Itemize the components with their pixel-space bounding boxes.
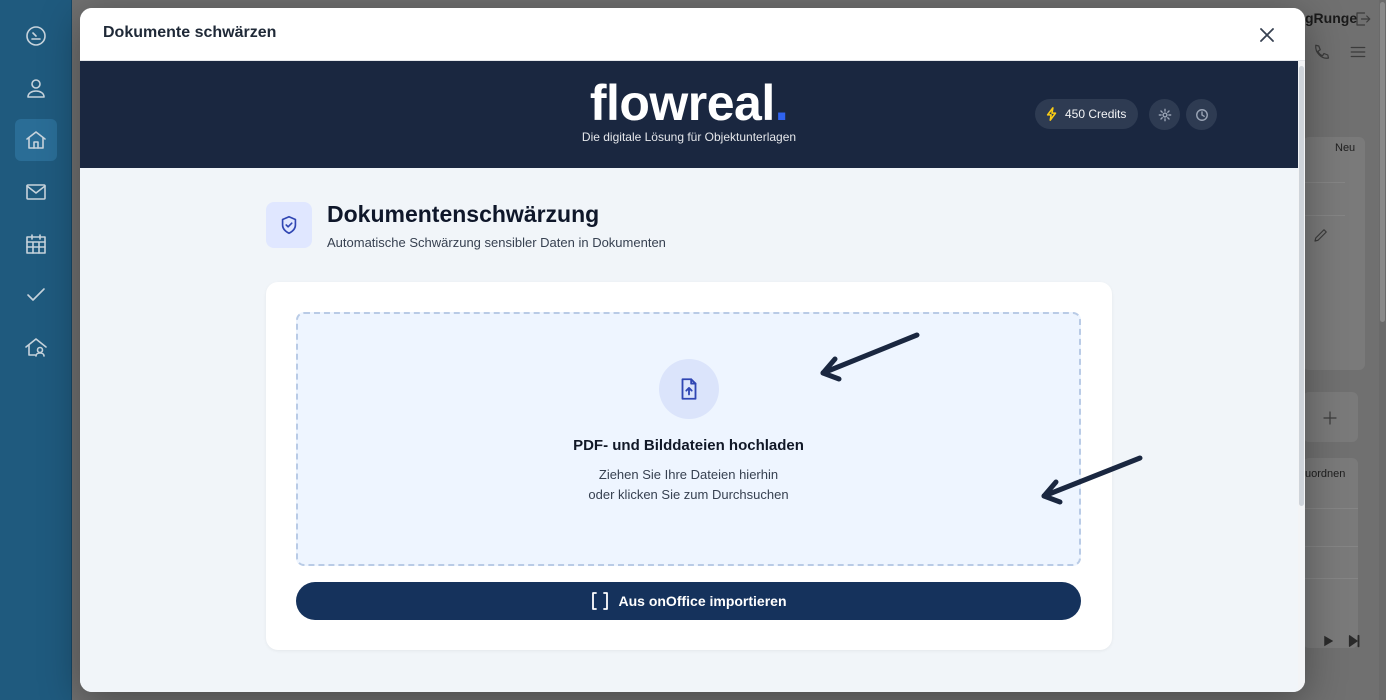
modal-header: Dokumente schwärzen (80, 8, 1305, 61)
redaction-modal: Dokumente schwärzen flowreal. Die digita… (80, 8, 1305, 692)
mail-icon (26, 184, 46, 200)
page-scrollbar-thumb[interactable] (1380, 2, 1385, 322)
credits-label: 450 Credits (1065, 107, 1127, 121)
home-icon (26, 131, 46, 149)
plus-icon[interactable] (1321, 409, 1339, 427)
logout-icon[interactable] (1354, 10, 1372, 28)
shield-check-icon (281, 215, 297, 235)
import-onoffice-button[interactable]: Aus onOffice importieren (296, 582, 1081, 620)
sidebar-item-calendar[interactable] (15, 223, 57, 265)
credits-badge[interactable]: 450 Credits (1035, 99, 1139, 129)
divider (1303, 215, 1345, 216)
calendar-icon (26, 234, 46, 254)
sidebar-item-email[interactable] (15, 171, 57, 213)
upload-card: PDF- und Bilddateien hochladen Ziehen Si… (266, 282, 1143, 650)
app-sidebar (0, 0, 72, 700)
sidebar-item-tasks[interactable] (15, 274, 57, 316)
section-icon-box (266, 202, 312, 248)
divider (1303, 578, 1358, 579)
user-icon (27, 79, 45, 98)
bracket-frame-icon (592, 592, 609, 610)
sidebar-item-contacts[interactable] (15, 67, 57, 109)
sidebar-item-agents[interactable] (15, 326, 57, 368)
card-label-assign: uordnen (1305, 468, 1346, 480)
gauge-icon (26, 26, 46, 46)
upload-icon-circle (659, 359, 719, 419)
section-subtitle: Automatische Schwärzung sensibler Daten … (327, 235, 666, 250)
play-icon[interactable] (1319, 632, 1337, 650)
check-icon (27, 288, 45, 301)
sidebar-item-properties[interactable] (15, 119, 57, 161)
lightning-icon (1046, 107, 1057, 121)
divider (1303, 182, 1345, 183)
close-button[interactable] (1255, 23, 1279, 47)
annotation-arrow-icon (813, 329, 923, 394)
upload-hint-line1: Ziehen Sie Ihre Dateien hierhin (598, 467, 779, 482)
file-dropzone[interactable]: PDF- und Bilddateien hochladen Ziehen Si… (296, 312, 1143, 566)
sidebar-item-dashboard[interactable] (15, 15, 57, 57)
clock-icon (1195, 108, 1208, 121)
close-icon (1260, 28, 1274, 42)
menu-icon[interactable] (1349, 43, 1367, 61)
import-button-label: Aus onOffice importieren (618, 593, 787, 609)
background-card (1303, 458, 1358, 648)
house-user-icon (25, 338, 47, 357)
modal-body: flowreal. Die digitale Lösung für Objekt… (80, 61, 1298, 692)
file-upload-icon (681, 378, 697, 400)
background-card (1303, 137, 1365, 370)
annotation-arrow-icon (1034, 452, 1146, 517)
history-button[interactable] (1186, 99, 1217, 130)
modal-scrollbar-thumb[interactable] (1299, 66, 1304, 506)
pencil-icon[interactable] (1312, 226, 1330, 244)
upload-title: PDF- und Bilddateien hochladen (573, 437, 804, 454)
divider (1303, 508, 1358, 509)
card-label-new: Neu (1335, 142, 1356, 154)
user-name: gRunge (1305, 10, 1358, 26)
flowreal-banner: flowreal. Die digitale Lösung für Objekt… (80, 61, 1298, 168)
divider (1303, 546, 1358, 547)
section-title: Dokumentenschwärzung (327, 201, 600, 227)
settings-button[interactable] (1149, 99, 1180, 130)
phone-icon[interactable] (1312, 43, 1330, 61)
gear-icon (1158, 108, 1171, 121)
upload-hint-line2: oder klicken Sie zum Durchsuchen (588, 487, 789, 502)
modal-title: Dokumente schwärzen (103, 24, 277, 41)
tagline: Die digitale Lösung für Objektunterlagen (581, 130, 797, 144)
skip-end-icon[interactable] (1345, 632, 1363, 650)
